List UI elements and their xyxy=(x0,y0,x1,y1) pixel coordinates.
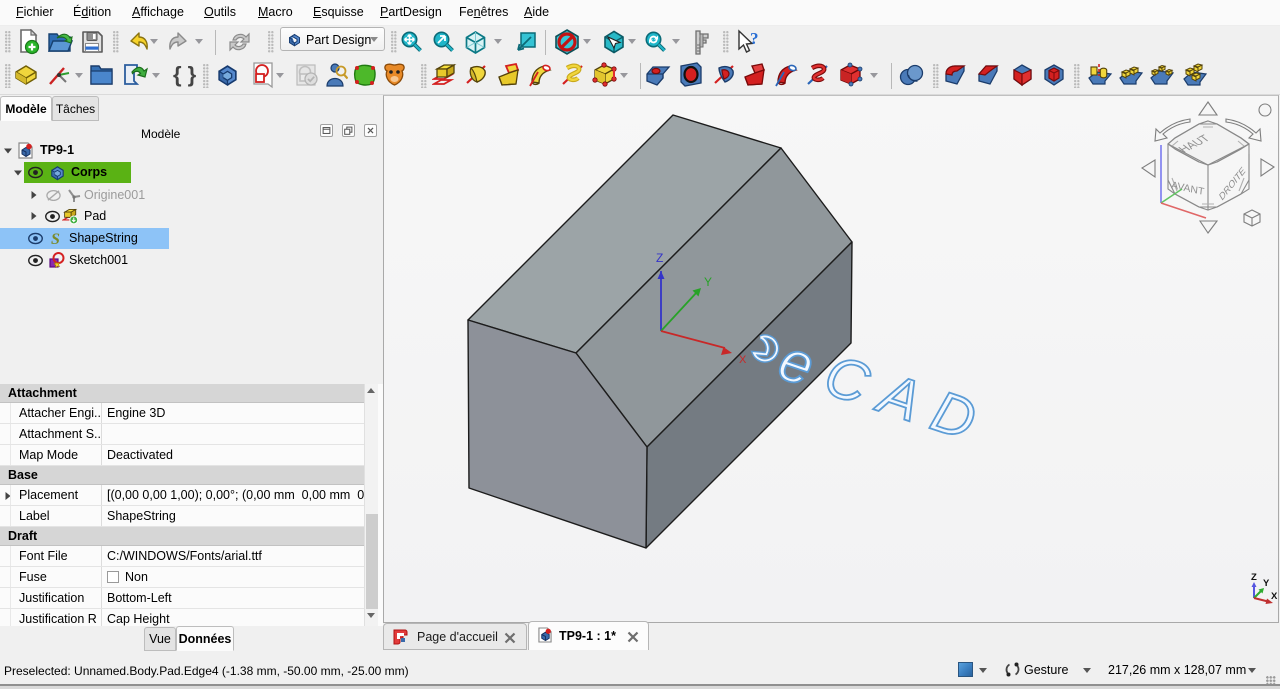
svg-text:X: X xyxy=(1271,591,1278,602)
svg-text:Y: Y xyxy=(704,275,712,289)
svg-text:eCAD: eCAD xyxy=(771,327,999,458)
svg-text:X: X xyxy=(739,354,747,366)
svg-text:?: ? xyxy=(750,29,759,48)
svg-text:Z: Z xyxy=(1251,572,1257,583)
svg-text:Y: Y xyxy=(1263,578,1270,589)
svg-text:Z: Z xyxy=(656,251,663,265)
svg-text:{ }: { } xyxy=(173,62,197,87)
